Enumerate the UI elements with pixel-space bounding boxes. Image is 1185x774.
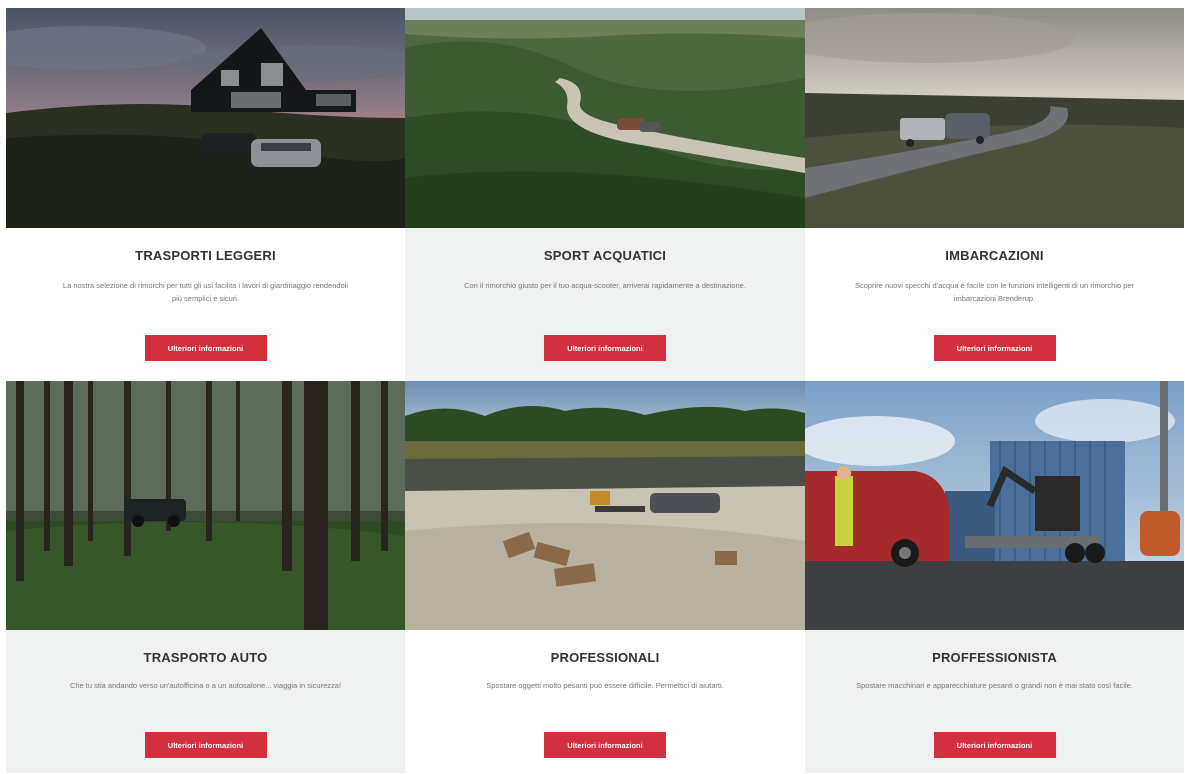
card-info: TRASPORTO AUTO Che tu stia andando verso…	[6, 630, 405, 773]
card-description: Spostare macchinari e apparecchiature pe…	[856, 681, 1133, 690]
card-description: La nostra selezione di rimorchi per tutt…	[62, 281, 349, 303]
card-description: Che tu stia andando verso un'autofficina…	[69, 681, 342, 690]
category-card-trasporto-auto[interactable]: TRASPORTO AUTO Che tu stia andando verso…	[6, 381, 405, 773]
more-info-button[interactable]: Ulteriori informazioni	[933, 732, 1056, 758]
more-info-button[interactable]: Ulteriori informazioni	[544, 732, 666, 758]
photo-dune-road-car[interactable]	[405, 8, 805, 228]
more-info-button[interactable]: Ulteriori informazioni	[544, 335, 666, 361]
more-info-button[interactable]: Ulteriori informazioni	[144, 732, 267, 758]
photo-van-excavator[interactable]	[805, 381, 1184, 630]
card-description: Scoprire nuovi specchi d'acqua è facile …	[854, 281, 1135, 303]
card-title: TRASPORTI LEGGERI	[135, 248, 276, 263]
more-info-button[interactable]: Ulteriori informazioni	[144, 335, 267, 361]
photo-coastal-road-trailer[interactable]	[805, 8, 1184, 228]
card-info: PROFESSIONALI Spostare oggetti molto pes…	[405, 630, 805, 773]
card-description: Con il rimorchio giusto per il tuo acqua…	[464, 281, 746, 290]
card-title: IMBARCAZIONI	[945, 248, 1044, 263]
card-title: SPORT ACQUATICI	[543, 248, 667, 263]
card-info: SPORT ACQUATICI Con il rimorchio giusto …	[405, 228, 805, 381]
card-info: PROFFESSIONISTA Spostare macchinari e ap…	[805, 630, 1184, 773]
category-card-proffessionista[interactable]: PROFFESSIONISTA Spostare macchinari e ap…	[805, 381, 1184, 773]
category-card-trasporti-leggeri[interactable]: TRASPORTI LEGGERI La nostra selezione di…	[6, 8, 405, 381]
category-grid: TRASPORTI LEGGERI La nostra selezione di…	[6, 8, 1184, 773]
photo-house-dusk-cars[interactable]	[6, 8, 405, 228]
category-card-professionali[interactable]: PROFESSIONALI Spostare oggetti molto pes…	[405, 381, 805, 773]
more-info-button[interactable]: Ulteriori informazioni	[933, 335, 1056, 361]
category-card-imbarcazioni[interactable]: IMBARCAZIONI Scoprire nuovi specchi d'ac…	[805, 8, 1184, 381]
card-title: PROFFESSIONISTA	[932, 650, 1057, 665]
card-description: Spostare oggetti molto pesanti può esser…	[486, 681, 724, 690]
category-card-sport-acquatici[interactable]: SPORT ACQUATICI Con il rimorchio giusto …	[405, 8, 805, 381]
card-info: TRASPORTI LEGGERI La nostra selezione di…	[6, 228, 405, 381]
photo-forest-jeep[interactable]	[6, 381, 405, 630]
card-info: IMBARCAZIONI Scoprire nuovi specchi d'ac…	[805, 228, 1184, 381]
card-title: TRASPORTO AUTO	[143, 650, 268, 665]
card-title: PROFESSIONALI	[550, 650, 660, 665]
photo-quarry-trailer[interactable]	[405, 381, 805, 630]
